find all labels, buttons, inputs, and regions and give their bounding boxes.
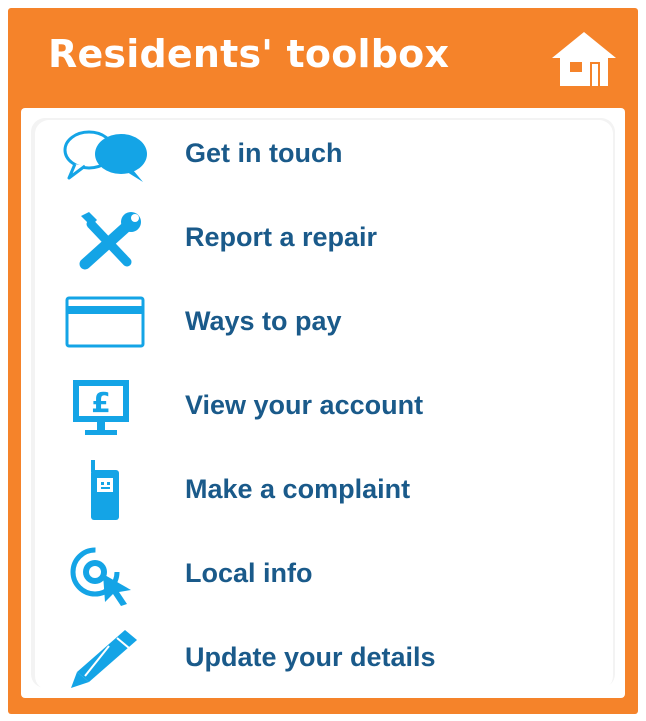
toolbox-header: Residents' toolbox [8,8,638,104]
menu-item-label: Local info [185,558,313,588]
toolbox-title: Residents' toolbox [48,32,450,76]
menu-item-get-in-touch[interactable]: Get in touch [61,120,581,190]
menu-item-label: Make a complaint [185,474,411,504]
menu-item-make-a-complaint[interactable]: Make a complaint [61,456,581,526]
target-cursor-icon [61,544,153,606]
menu-item-label: Report a repair [185,222,378,252]
payment-card-icon [61,292,153,354]
wrench-screwdriver-icon [61,208,153,270]
menu-item-label: Ways to pay [185,306,342,336]
pound-monitor-icon: £ [61,376,153,438]
menu-item-update-your-details[interactable]: Update your details [61,624,581,694]
menu-item-label: Update your details [185,642,436,672]
menu-item-report-a-repair[interactable]: Report a repair [61,204,581,274]
menu-item-view-your-account[interactable]: £ View your account [61,372,581,442]
svg-text:£: £ [91,386,110,419]
pencil-icon [61,628,153,690]
speech-bubbles-icon [61,124,153,186]
mobile-phone-icon [61,460,153,522]
menu-item-local-info[interactable]: Local info [61,540,581,610]
menu-item-ways-to-pay[interactable]: Ways to pay [61,288,581,358]
menu-panel: Get in touch Report a repair Ways to pay… [21,108,625,698]
residents-toolbox-widget: Residents' toolbox Get in touch Report a… [8,8,638,714]
home-icon [552,32,616,86]
menu-item-label: Get in touch [185,138,343,168]
menu-item-label: View your account [185,390,424,420]
home-button[interactable] [548,22,620,94]
